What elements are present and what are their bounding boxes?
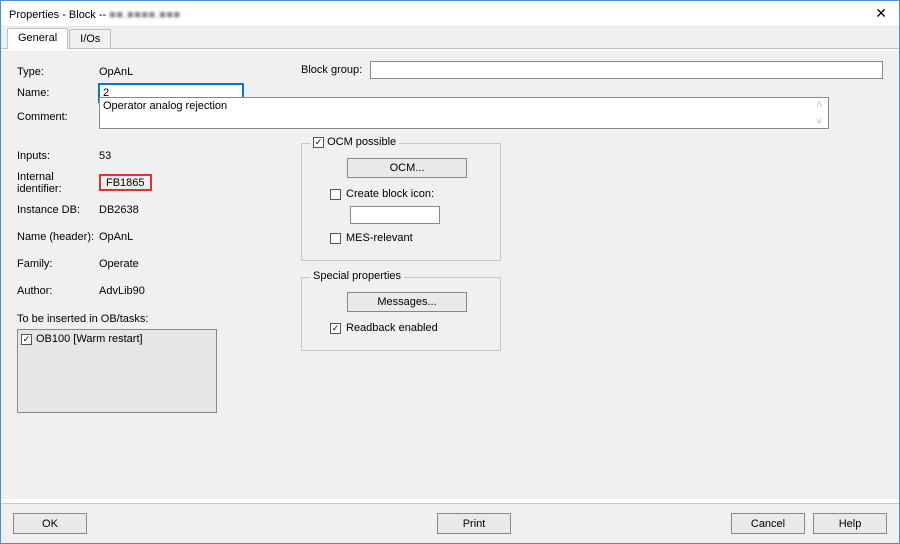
tab-content: Type: OpAnL Name: Comment: Block group: …: [1, 51, 899, 499]
readback-label: Readback enabled: [346, 322, 438, 334]
left-details: Inputs: 53 Internal identifier: FB1865 I…: [17, 145, 277, 413]
comment-label: Comment:: [17, 111, 99, 123]
titlebar: Properties - Block -- ■■.■■■■.■■■ ✕: [1, 1, 899, 27]
internal-id-value: FB1865: [99, 174, 152, 191]
block-group-label: Block group:: [301, 64, 362, 76]
author-label: Author:: [17, 285, 99, 297]
print-button[interactable]: Print: [437, 513, 511, 534]
tab-ios[interactable]: I/Os: [69, 29, 111, 48]
title-prefix: Properties - Block --: [9, 9, 109, 21]
block-group-row: Block group:: [301, 61, 883, 79]
inputs-value: 53: [99, 150, 111, 162]
help-button[interactable]: Help: [813, 513, 887, 534]
messages-button[interactable]: Messages...: [347, 292, 467, 312]
comment-text: Operator analog rejection: [103, 100, 227, 112]
inputs-label: Inputs:: [17, 150, 99, 162]
ocm-group: OCM possible OCM... Create block icon: M…: [301, 143, 501, 261]
instance-db-value: DB2638: [99, 204, 139, 216]
tab-bar: General I/Os: [1, 27, 899, 49]
readback-checkbox[interactable]: [330, 323, 341, 334]
ocm-possible-checkbox[interactable]: [313, 137, 324, 148]
type-value: OpAnL: [99, 66, 133, 78]
mes-relevant-checkbox[interactable]: [330, 233, 341, 244]
author-value: AdvLib90: [99, 285, 145, 297]
instance-db-label: Instance DB:: [17, 204, 99, 216]
close-icon[interactable]: ✕: [871, 5, 891, 22]
family-value: Operate: [99, 258, 139, 270]
block-icon-input[interactable]: [350, 206, 440, 224]
type-label: Type:: [17, 66, 99, 78]
button-bar: OK Print Cancel Help: [1, 503, 899, 543]
internal-id-label: Internal identifier:: [17, 171, 99, 195]
title-redacted: ■■.■■■■.■■■: [109, 9, 180, 21]
ob-tasks-label: To be inserted in OB/tasks:: [17, 313, 277, 325]
ob-tasks-list[interactable]: OB100 [Warm restart]: [17, 329, 217, 413]
mes-relevant-label: MES-relevant: [346, 232, 413, 244]
special-properties-group: Special properties Messages... Readback …: [301, 277, 501, 351]
name-header-label: Name (header):: [17, 231, 99, 243]
name-label: Name:: [17, 87, 99, 99]
ocm-possible-label: OCM possible: [327, 136, 396, 148]
create-block-icon-checkbox[interactable]: [330, 189, 341, 200]
ocm-button[interactable]: OCM...: [347, 158, 467, 178]
name-header-value: OpAnL: [99, 231, 133, 243]
ob-item[interactable]: OB100 [Warm restart]: [21, 333, 213, 345]
special-properties-legend: Special properties: [310, 270, 404, 282]
cancel-button[interactable]: Cancel: [731, 513, 805, 534]
scrollbar[interactable]: ˄˅: [816, 100, 826, 128]
comment-input[interactable]: Operator analog rejection ˄˅: [99, 97, 829, 129]
window-title: Properties - Block -- ■■.■■■■.■■■: [9, 7, 181, 21]
ok-button[interactable]: OK: [13, 513, 87, 534]
ob-item-label: OB100 [Warm restart]: [36, 333, 143, 345]
tab-general[interactable]: General: [7, 28, 68, 49]
check-icon[interactable]: [21, 334, 32, 345]
family-label: Family:: [17, 258, 99, 270]
right-column: OCM possible OCM... Create block icon: M…: [301, 143, 501, 367]
ocm-possible-legend[interactable]: OCM possible: [310, 136, 399, 148]
properties-dialog: Properties - Block -- ■■.■■■■.■■■ ✕ Gene…: [0, 0, 900, 544]
block-group-input[interactable]: [370, 61, 883, 79]
create-block-icon-label: Create block icon:: [346, 188, 434, 200]
